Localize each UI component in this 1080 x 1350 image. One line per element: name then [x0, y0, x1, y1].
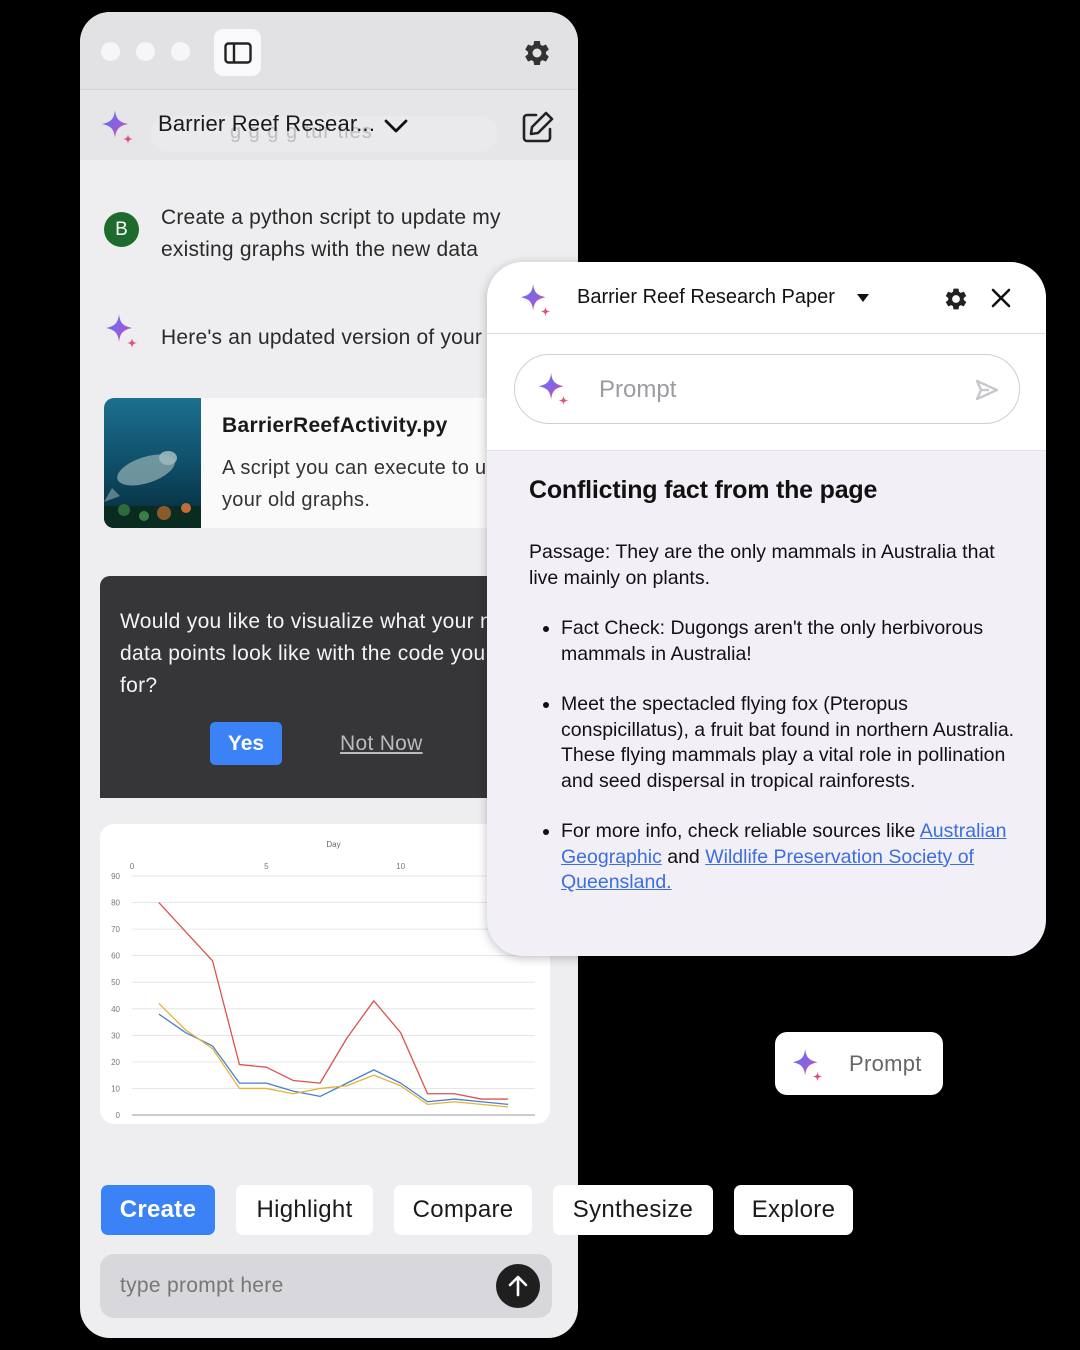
chart-card: 0 10 20 30 40 50 60 70 80 90 0 5 10 Day — [100, 824, 550, 1124]
user-message-text: Create a python script to update my exis… — [161, 206, 501, 261]
panel-prompt-input[interactable] — [599, 373, 959, 407]
and-text: and — [661, 845, 706, 868]
prompt-input[interactable] — [120, 1268, 480, 1304]
line-chart: 0 10 20 30 40 50 60 70 80 90 0 5 10 Day — [111, 840, 535, 1120]
x-tick-label: 0 — [130, 862, 135, 871]
list-item: Fact Check: Dugongs aren't the only herb… — [561, 616, 1021, 667]
flying-fox-text: Meet the spectacled flying fox (Pteropus… — [561, 693, 1015, 792]
sidebar-toggle-icon — [223, 41, 252, 64]
panel-prompt-area — [487, 334, 1046, 451]
x-tick-label: 5 — [264, 862, 269, 871]
sparkle-icon — [102, 110, 133, 144]
window-close-dot[interactable] — [101, 42, 120, 61]
dugong-thumbnail — [104, 398, 201, 528]
y-tick-label: 80 — [111, 899, 120, 908]
y-tick-label: 30 — [111, 1031, 120, 1040]
y-tick-label: 20 — [111, 1058, 120, 1067]
sparkle-icon — [106, 314, 137, 348]
fact-list: Fact Check: Dugongs aren't the only herb… — [561, 616, 1021, 921]
avatar: B — [104, 212, 139, 247]
research-panel: Barrier Reef Research Paper Conflicting — [487, 262, 1046, 956]
send-button[interactable] — [496, 1264, 540, 1308]
prompt-bar — [100, 1254, 552, 1318]
caret-down-icon[interactable] — [856, 293, 870, 303]
fact-check-text: Fact Check: Dugongs aren't the only herb… — [561, 617, 984, 665]
conversation-title[interactable]: Barrier Reef Resear... — [158, 111, 375, 137]
panel-prompt-box — [514, 354, 1020, 424]
series-line-3 — [158, 1003, 509, 1108]
sparkle-icon — [792, 1048, 823, 1082]
arrow-up-icon — [508, 1275, 528, 1297]
y-tick-label: 0 — [116, 1111, 121, 1120]
yes-button[interactable]: Yes — [210, 722, 282, 765]
mini-prompt-button[interactable]: Prompt — [775, 1032, 943, 1095]
window-minimize-dot[interactable] — [136, 42, 155, 61]
mini-prompt-label: Prompt — [849, 1051, 922, 1076]
panel-title[interactable]: Barrier Reef Research Paper — [577, 286, 835, 309]
series-line-2 — [158, 1013, 509, 1106]
chip-compare[interactable]: Compare — [394, 1185, 532, 1235]
y-tick-label: 10 — [111, 1084, 120, 1093]
sparkle-icon — [520, 283, 551, 317]
y-tick-label: 70 — [111, 925, 120, 934]
chevron-down-icon[interactable] — [384, 116, 408, 136]
y-tick-label: 40 — [111, 1005, 120, 1014]
passage-text: Passage: They are the only mammals in Au… — [529, 541, 995, 589]
chip-create[interactable]: Create — [101, 1185, 215, 1235]
y-tick-label: 50 — [111, 978, 120, 987]
conversation-bar: g g g g tur tles Barrier Reef Resear... — [80, 90, 578, 160]
gear-icon[interactable] — [522, 38, 552, 68]
window-maximize-dot[interactable] — [171, 42, 190, 61]
panel-header: Barrier Reef Research Paper — [487, 262, 1046, 334]
sparkle-icon — [538, 372, 569, 406]
chip-highlight[interactable]: Highlight — [236, 1185, 373, 1235]
edit-icon[interactable] — [521, 110, 555, 144]
send-icon[interactable] — [975, 379, 999, 401]
y-tick-label: 90 — [111, 872, 120, 881]
x-tick-label: 10 — [396, 862, 405, 871]
file-name: BarrierReefActivity.py — [222, 414, 448, 437]
action-chips: Create Highlight Compare Synthesize Expl… — [100, 1185, 900, 1237]
sidebar-toggle-button[interactable] — [214, 29, 261, 76]
list-item: Meet the spectacled flying fox (Pteropus… — [561, 692, 1021, 794]
not-now-link[interactable]: Not Now — [340, 732, 423, 756]
chip-synthesize[interactable]: Synthesize — [553, 1185, 713, 1235]
close-icon[interactable] — [990, 287, 1012, 309]
list-item: For more info, check reliable sources li… — [561, 819, 1021, 896]
panel-heading: Conflicting fact from the page — [529, 476, 878, 504]
y-tick-label: 60 — [111, 952, 120, 961]
series-line-1 — [158, 902, 509, 1100]
title-bar — [80, 12, 578, 90]
more-info-text: For more info, check reliable sources li… — [561, 820, 920, 842]
x-axis-label: Day — [326, 840, 340, 849]
chip-explore[interactable]: Explore — [734, 1185, 853, 1235]
gear-icon[interactable] — [943, 286, 969, 312]
